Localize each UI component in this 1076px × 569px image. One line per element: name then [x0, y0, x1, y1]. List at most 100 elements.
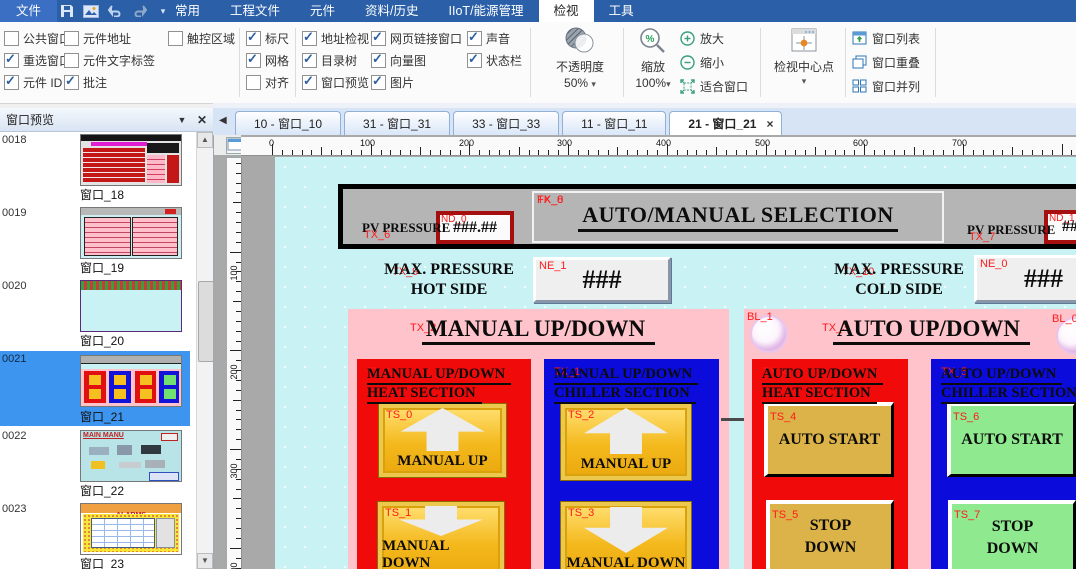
checkbox-icon[interactable] — [302, 31, 317, 46]
checkbox-reselect-window[interactable]: 重选窗口 — [4, 52, 71, 69]
checkbox-grid[interactable]: 网格 — [246, 52, 289, 69]
list-item-window-18[interactable]: 0018 窗口_18 — [0, 132, 190, 204]
max-pressure-cold-text[interactable]: TX_10 MAX. PRESSURE COLD SIDE — [824, 260, 974, 300]
manual-up-button-ts2[interactable]: TS_2 MANUAL UP — [561, 404, 691, 480]
window-thumbnail[interactable] — [80, 355, 182, 407]
auto-start-button-ts4[interactable]: TS_4 AUTO START — [764, 402, 894, 477]
checkbox-icon[interactable] — [64, 31, 79, 46]
numeric-entry-ne1[interactable]: NE_1 ### — [533, 257, 671, 303]
doc-tab-window-21-active[interactable]: 21 - 窗口_21× — [669, 111, 782, 135]
manual-chiller-panel[interactable]: TX_1 MANUAL UP/DOWN CHILLER SECTION TS_2… — [544, 359, 719, 569]
manual-section-title[interactable]: TX_2 MANUAL UP/DOWN — [348, 316, 729, 342]
checkbox-icon[interactable] — [371, 31, 386, 46]
checkbox-element-text-label[interactable]: 元件文字标签 — [64, 52, 155, 69]
stop-down-button-ts7[interactable]: TS_7 STOPDOWN — [948, 500, 1076, 569]
stop-down-button-ts5[interactable]: TS_5 STOPDOWN — [766, 500, 894, 569]
window-thumbnail[interactable] — [80, 207, 182, 259]
scroll-up-button[interactable]: ▲ — [197, 132, 213, 148]
checkbox-public-window[interactable]: 公共窗口 — [4, 30, 71, 47]
window-thumbnail[interactable]: MAIN MANU — [80, 430, 182, 482]
tab-scroll-left-icon[interactable]: ◀ — [219, 115, 227, 126]
checkbox-vector-graphic[interactable]: 向量图 — [371, 52, 426, 69]
checkbox-icon[interactable] — [302, 53, 317, 68]
checkbox-icon[interactable] — [467, 31, 482, 46]
checkbox-align[interactable]: 对齐 — [246, 74, 289, 91]
tab-yuanjian[interactable]: 元件 — [295, 0, 350, 22]
checkbox-directory-tree[interactable]: 目录树 — [302, 52, 357, 69]
zoom-button[interactable]: % 缩放 100%▾ — [628, 26, 678, 98]
checkbox-icon[interactable] — [246, 75, 261, 90]
auto-section[interactable]: BL_1 TX_3 AUTO UP/DOWN BL_0 TX_4 AUTO UP… — [744, 309, 1076, 569]
checkbox-icon[interactable] — [467, 53, 482, 68]
manual-up-button-ts0[interactable]: TS_0 MANUAL UP — [379, 404, 506, 477]
doc-tab-window-33[interactable]: 33 - 窗口_33 — [453, 111, 559, 135]
checkbox-icon[interactable] — [4, 53, 19, 68]
window-thumbnail[interactable] — [80, 134, 182, 186]
checkbox-sound[interactable]: 声音 — [467, 30, 510, 47]
zoom-in-button[interactable]: 放大 — [680, 29, 724, 47]
doc-tab-window-31[interactable]: 31 - 窗口_31 — [344, 111, 450, 135]
checkbox-icon[interactable] — [371, 75, 386, 90]
manual-heat-panel[interactable]: TX_0 MANUAL UP/DOWN HEAT SECTION TS_0 MA… — [357, 359, 531, 569]
doc-tab-window-10[interactable]: 10 - 窗口_10 — [235, 111, 341, 135]
numeric-entry-ne0[interactable]: NE_0 ### — [974, 255, 1076, 303]
max-pressure-hot-text[interactable]: TX_9 MAX. PRESSURE HOT SIDE — [374, 260, 524, 300]
tab-ziliao-lishi[interactable]: 资料/历史 — [350, 0, 433, 22]
checkbox-window-preview[interactable]: 窗口预览 — [302, 74, 369, 91]
design-canvas[interactable]: 0 100 200 300 400 500 600 700 100 200 30… — [214, 135, 1076, 569]
hmi-screen[interactable]: TX_6 PV PRESSURE ND_0 ###.## FK_0 TX_8 A… — [275, 157, 1076, 569]
list-item-window-20[interactable]: 0020 窗口_20 — [0, 278, 190, 350]
scrollbar-thumb[interactable] — [198, 281, 214, 362]
checkbox-icon[interactable] — [4, 31, 19, 46]
view-center-button[interactable]: 检视中心点 ▾ — [766, 26, 842, 98]
auto-chiller-panel[interactable]: TX_5 AUTO UP/DOWN CHILLER SECTION TS_6 A… — [931, 359, 1076, 569]
pv-pressure-right-text[interactable]: TX_7 PV PRESSURE — [967, 222, 1055, 238]
doc-tab-window-11[interactable]: 11 - 窗口_11 — [562, 111, 666, 135]
checkbox-ruler[interactable]: 标尺 — [246, 30, 289, 47]
window-thumbnail[interactable] — [80, 280, 182, 332]
sidebar-scrollbar[interactable]: ▲ ▼ — [196, 132, 213, 569]
file-menu-button[interactable]: 文件 — [0, 0, 57, 22]
window-list-button[interactable]: 窗口列表 — [852, 29, 920, 47]
checkbox-icon[interactable] — [4, 75, 19, 90]
scroll-down-button[interactable]: ▼ — [197, 553, 213, 569]
tab-gongchengwenjian[interactable]: 工程文件 — [215, 0, 295, 22]
tab-gongju[interactable]: 工具 — [594, 0, 649, 22]
checkbox-icon[interactable] — [168, 31, 183, 46]
checkbox-address-view[interactable]: 地址检视 — [302, 30, 369, 47]
checkbox-icon[interactable] — [302, 75, 317, 90]
checkbox-icon[interactable] — [371, 53, 386, 68]
panel-dropdown-icon[interactable]: ▼ — [173, 108, 191, 132]
checkbox-picture[interactable]: 图片 — [371, 74, 414, 91]
checkbox-icon[interactable] — [246, 53, 261, 68]
zoom-out-button[interactable]: 缩小 — [680, 53, 724, 71]
function-key-fk0[interactable]: FK_0 TX_8 AUTO/MANUAL SELECTION — [532, 191, 944, 243]
checkbox-icon[interactable] — [64, 75, 79, 90]
pv-pressure-left-text[interactable]: TX_6 PV PRESSURE — [362, 220, 450, 236]
list-item-window-22[interactable]: 0022 MAIN MANU 窗口_22 — [0, 428, 190, 500]
panel-close-icon[interactable]: ✕ — [193, 108, 211, 132]
export-image-icon[interactable] — [82, 3, 100, 19]
manual-section[interactable]: TX_2 MANUAL UP/DOWN TX_0 MANUAL UP/DOWN … — [348, 309, 729, 569]
list-item-window-23[interactable]: 0023 ALARMS 窗口_23 — [0, 501, 190, 569]
auto-heat-panel[interactable]: TX_4 AUTO UP/DOWN HEAT SECTION TS_4 AUTO… — [752, 359, 908, 569]
window-overlap-button[interactable]: 窗口重叠 — [852, 53, 920, 71]
tab-close-icon[interactable]: × — [766, 117, 773, 131]
window-tile-button[interactable]: 窗口并列 — [852, 77, 920, 95]
checkbox-icon[interactable] — [246, 31, 261, 46]
checkbox-annotation[interactable]: 批注 — [64, 74, 107, 91]
auto-section-title[interactable]: TX_3 AUTO UP/DOWN — [744, 316, 1076, 342]
checkbox-weblink-window[interactable]: 网页链接窗口 — [371, 30, 462, 47]
fit-window-button[interactable]: 适合窗口 — [680, 77, 748, 95]
list-item-window-21-selected[interactable]: 0021 窗口_21 — [0, 351, 190, 426]
list-item-window-19[interactable]: 0019 窗口_19 — [0, 205, 190, 277]
checkbox-icon[interactable] — [64, 53, 79, 68]
window-thumbnail[interactable]: ALARMS — [80, 503, 182, 555]
tab-changyong[interactable]: 常用 — [160, 0, 215, 22]
tab-iiot[interactable]: IIoT/能源管理 — [434, 0, 539, 22]
opacity-button[interactable]: 不透明度 50% ▾ — [545, 26, 615, 98]
manual-down-button-ts3[interactable]: TS_3 MANUAL DOWN — [561, 502, 691, 569]
checkbox-element-id[interactable]: 元件 ID — [4, 74, 62, 91]
manual-down-button-ts1[interactable]: TS_1 MANUAL DOWN — [378, 502, 504, 569]
checkbox-status-bar[interactable]: 状态栏 — [467, 52, 522, 69]
